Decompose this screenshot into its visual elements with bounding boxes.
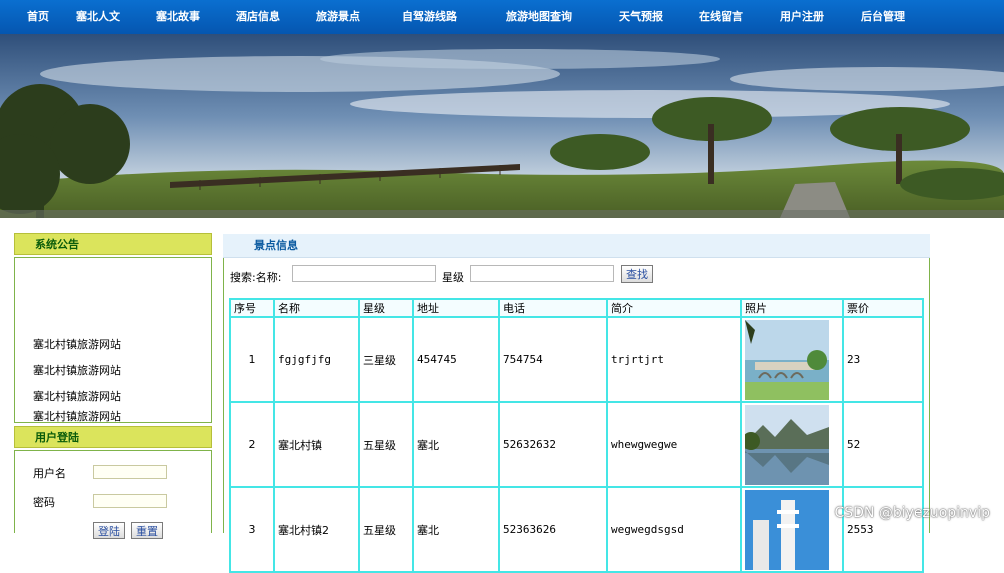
col-photo: 照片 [740, 298, 844, 318]
search-star-label: 星级 [442, 271, 464, 284]
notice-item[interactable]: 塞北村镇旅游网站 [33, 336, 121, 352]
col-intro: 简介 [606, 298, 742, 318]
col-name: 名称 [273, 298, 360, 318]
nav-hotels[interactable]: 酒店信息 [236, 0, 280, 34]
col-no: 序号 [229, 298, 275, 318]
cell-address: 454745 [412, 316, 500, 403]
username-input[interactable] [93, 465, 167, 479]
col-price: 票价 [842, 298, 924, 318]
cell-name: 塞北村镇 [273, 401, 360, 488]
cell-price: 2553 [842, 486, 924, 573]
cell-phone: 754754 [498, 316, 608, 403]
nav-stories[interactable]: 塞北故事 [156, 0, 200, 34]
table-row[interactable]: 3 塞北村镇2 五星级 塞北 52363626 wegwegdsgsd 2553 [229, 486, 924, 573]
nav-home[interactable]: 首页 [27, 0, 49, 34]
cell-intro: whewgwegwe [606, 401, 742, 488]
login-header: 用户登陆 [14, 426, 212, 448]
cell-name: 塞北村镇2 [273, 486, 360, 573]
nav-driving-routes[interactable]: 自驾游线路 [402, 0, 457, 34]
notice-header: 系统公告 [14, 233, 212, 255]
reset-button[interactable]: 重置 [131, 522, 163, 539]
col-phone: 电话 [498, 298, 608, 318]
main-title: 景点信息 [223, 234, 930, 258]
nav-weather[interactable]: 天气预报 [619, 0, 663, 34]
lake-photo[interactable] [745, 404, 829, 485]
cell-phone: 52632632 [498, 401, 608, 488]
nav-map-search[interactable]: 旅游地图查询 [506, 0, 572, 34]
watermark: CSDN @biyezuopinvip [834, 505, 990, 521]
search-button[interactable]: 查找 [621, 265, 653, 283]
search-name-label: 搜索:名称: [230, 271, 282, 284]
attractions-table: 序号 名称 星级 地址 电话 简介 照片 票价 1 fgjgfjfg 三星级 4… [229, 298, 924, 573]
notice-item[interactable]: 塞北村镇旅游网站 [33, 388, 121, 404]
cell-address: 塞北 [412, 401, 500, 488]
cell-star: 五星级 [358, 486, 414, 573]
table-row[interactable]: 1 fgjgfjfg 三星级 454745 754754 trjrtjrt 23 [229, 316, 924, 403]
col-address: 地址 [412, 298, 500, 318]
password-input[interactable] [93, 494, 167, 508]
cell-no: 1 [229, 316, 275, 403]
cell-photo [740, 316, 844, 403]
header-banner [0, 34, 1004, 218]
col-star: 星级 [358, 298, 414, 318]
top-nav: 首页 塞北人文 塞北故事 酒店信息 旅游景点 自驾游线路 旅游地图查询 天气预报… [0, 0, 1004, 36]
nav-admin[interactable]: 后台管理 [861, 0, 905, 34]
cell-photo [740, 486, 844, 573]
password-label: 密码 [33, 496, 55, 509]
cell-photo [740, 401, 844, 488]
login-button[interactable]: 登陆 [93, 522, 125, 539]
table-row[interactable]: 2 塞北村镇 五星级 塞北 52632632 whewgwegwe 52 [229, 401, 924, 488]
cell-no: 2 [229, 401, 275, 488]
cell-no: 3 [229, 486, 275, 573]
username-label: 用户名 [33, 467, 66, 480]
nav-register[interactable]: 用户注册 [780, 0, 824, 34]
cell-intro: wegwegdsgsd [606, 486, 742, 573]
cell-star: 三星级 [358, 316, 414, 403]
nav-messages[interactable]: 在线留言 [699, 0, 743, 34]
notice-panel: 塞北村镇旅游网站 塞北村镇旅游网站 塞北村镇旅游网站 塞北村镇旅游网站 [14, 257, 212, 423]
pagoda-photo[interactable] [745, 489, 829, 570]
cell-price: 23 [842, 316, 924, 403]
nav-attractions[interactable]: 旅游景点 [316, 0, 360, 34]
cell-name: fgjgfjfg [273, 316, 360, 403]
cell-intro: trjrtjrt [606, 316, 742, 403]
notice-item[interactable]: 塞北村镇旅游网站 [33, 362, 121, 378]
search-name-input[interactable] [292, 265, 436, 282]
cell-price: 52 [842, 401, 924, 488]
table-header-row: 序号 名称 星级 地址 电话 简介 照片 票价 [229, 298, 924, 318]
cell-address: 塞北 [412, 486, 500, 573]
cell-star: 五星级 [358, 401, 414, 488]
notice-item[interactable]: 塞北村镇旅游网站 [33, 408, 121, 424]
search-star-input[interactable] [470, 265, 614, 282]
cell-phone: 52363626 [498, 486, 608, 573]
login-panel: 用户名 密码 登陆 重置 [14, 450, 212, 539]
bridge-photo[interactable] [745, 319, 829, 400]
nav-culture[interactable]: 塞北人文 [76, 0, 120, 34]
